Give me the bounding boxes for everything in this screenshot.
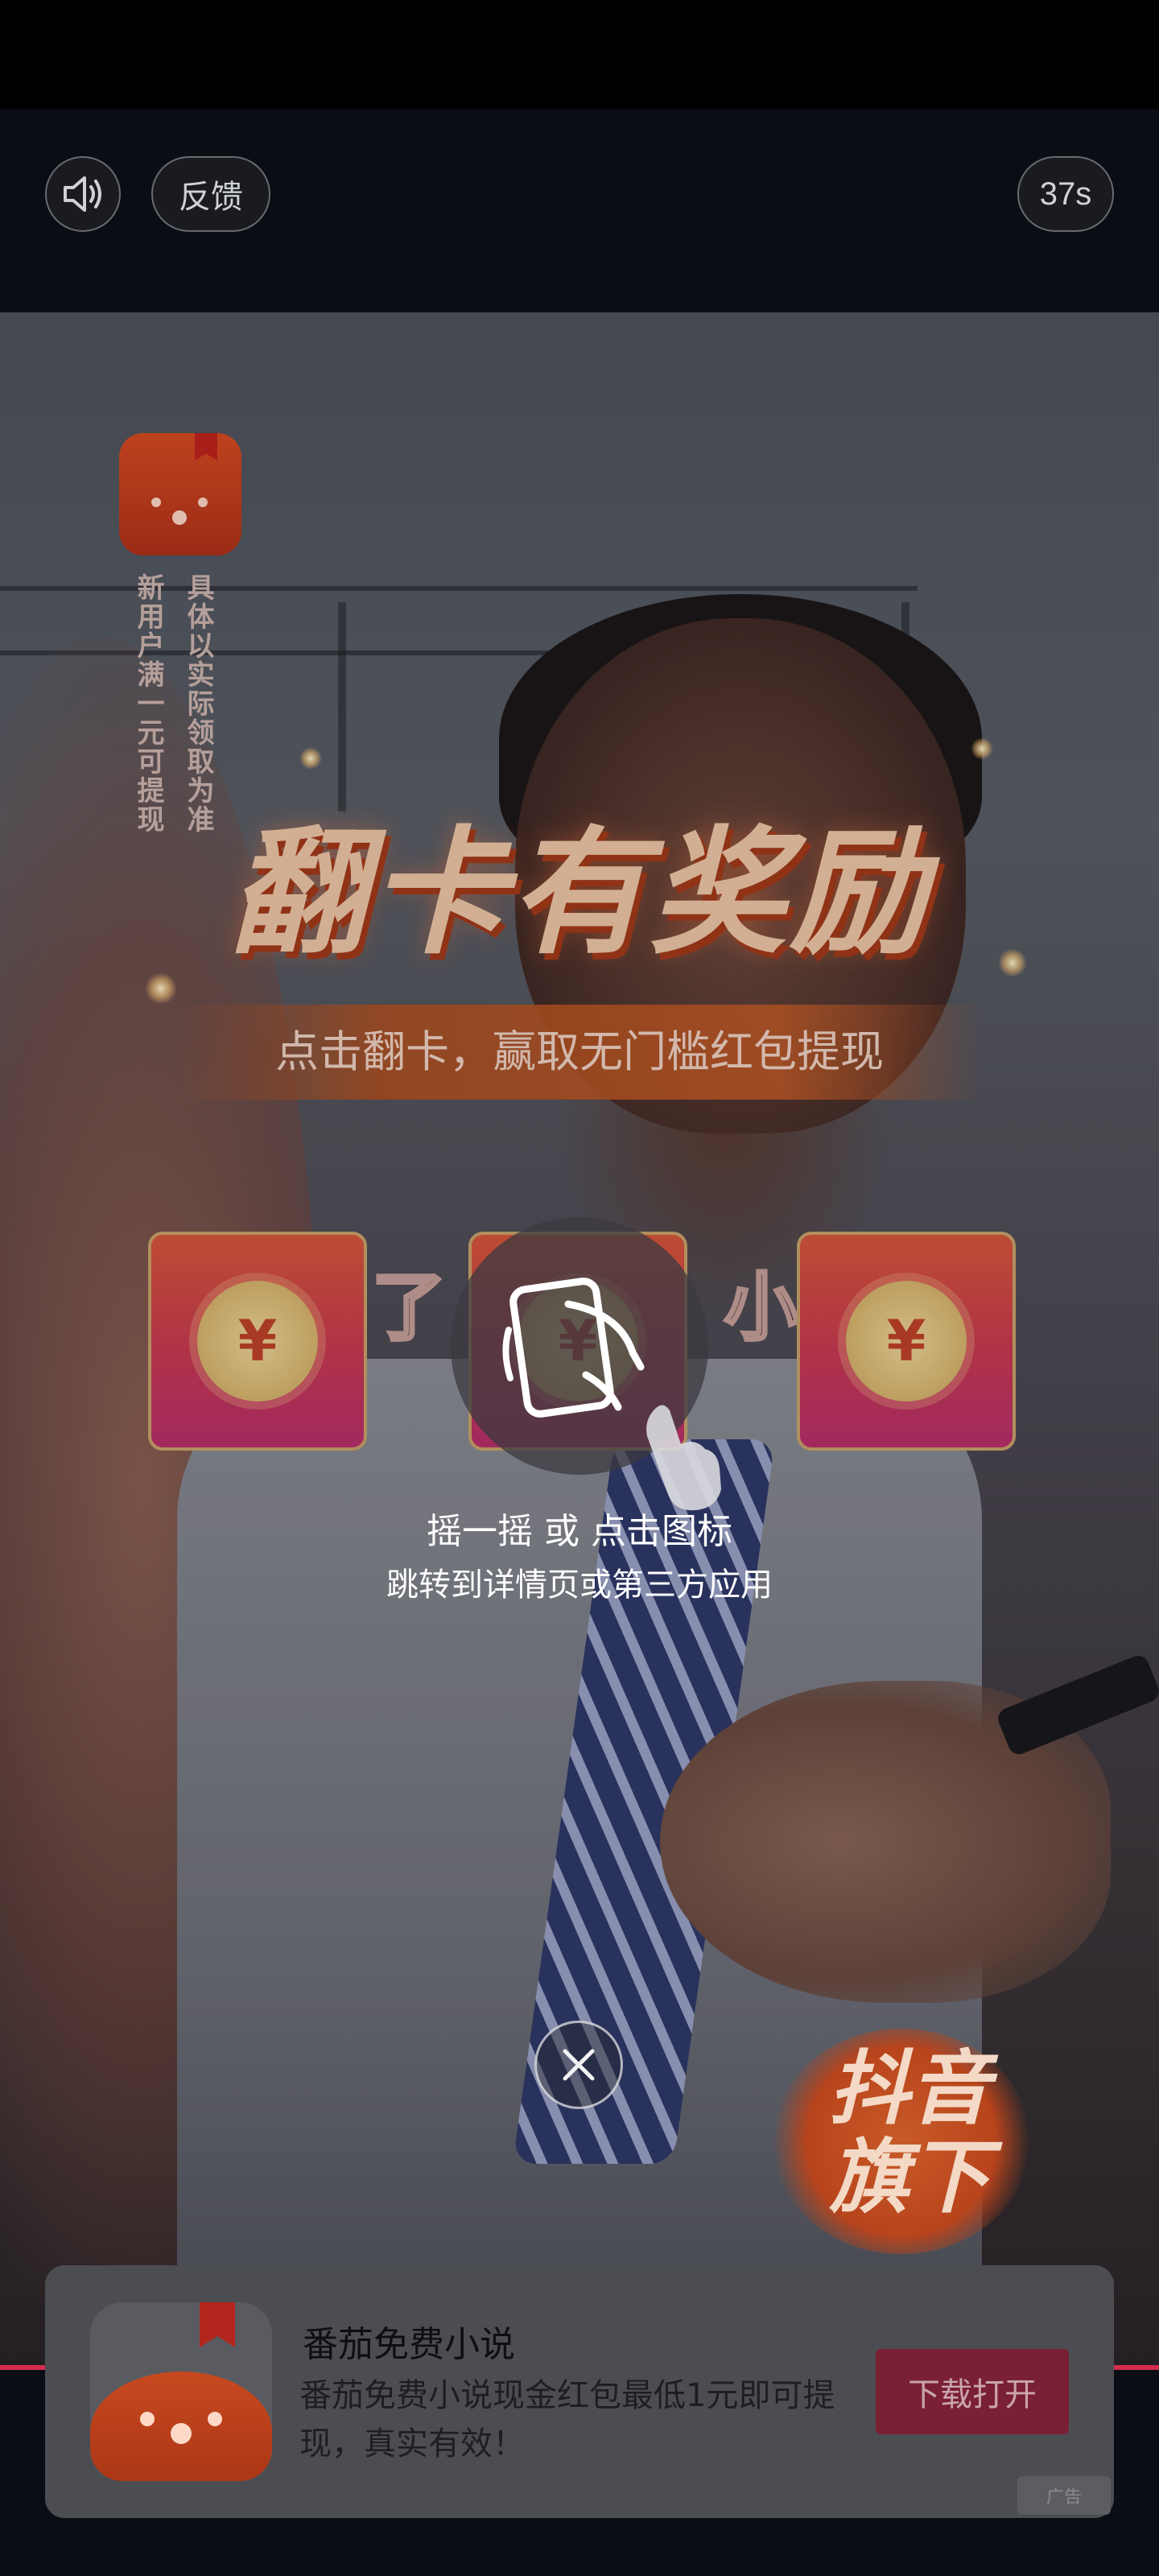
status-bar [0, 0, 1159, 109]
countdown-timer: 37s [1017, 156, 1114, 232]
ad-label: 广告 [1017, 2476, 1111, 2515]
app-icon[interactable] [90, 2302, 272, 2481]
sound-toggle-button[interactable] [45, 156, 121, 232]
douyin-badge-text: 抖音旗下 [829, 2041, 990, 2224]
feedback-button[interactable]: 反馈 [151, 156, 270, 232]
download-open-button[interactable]: 下载打开 [876, 2349, 1069, 2434]
close-ad-button[interactable] [534, 2021, 623, 2109]
bookmark-icon [200, 2302, 235, 2347]
tomato-icon [90, 2372, 272, 2481]
close-icon [563, 2049, 595, 2081]
ad-description: 番茄免费小说现金红包最低1元即可提现，真实有效！ [299, 2377, 835, 2462]
ad-screen: 反馈 37s 新用户满一元可提现 具体以实际领取为准 翻卡有奖励 点击翻卡，赢取… [0, 0, 1159, 2576]
tap-finger-icon [646, 1405, 721, 1511]
redirect-hint-text: 跳转到详情页或第三方应用 [386, 1567, 773, 1604]
app-name: 番茄免费小说 [303, 2324, 515, 2365]
speaker-icon [64, 176, 101, 212]
shake-hint-text: 摇一摇 或 点击图标 [427, 1511, 732, 1552]
